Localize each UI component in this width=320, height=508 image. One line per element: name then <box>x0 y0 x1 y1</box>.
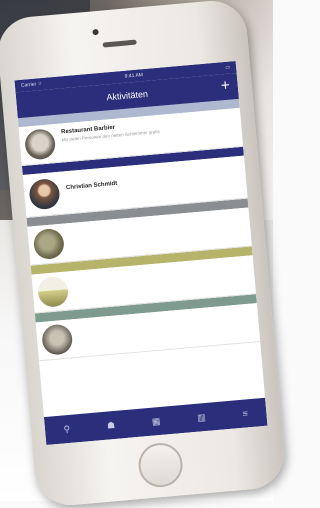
more-icon: ≡ <box>242 407 249 419</box>
plus-icon[interactable]: + <box>220 77 230 95</box>
people-icon: ☗ <box>106 419 116 431</box>
meta-line <box>74 267 248 282</box>
chart-icon: ▥ <box>196 411 207 423</box>
tab-more[interactable]: ≡ <box>242 408 248 419</box>
list-item-meta <box>74 267 248 282</box>
tab-people[interactable]: ☗ <box>107 419 116 431</box>
carrier-label: Carrier ⌔ <box>20 80 43 89</box>
list-item-body: Christian Schmidt <box>65 162 242 207</box>
tab-activities[interactable]: ⚲ <box>63 423 71 435</box>
battery-icon: ▭ <box>225 64 231 71</box>
list-item-title: Christian Schmidt <box>65 180 118 192</box>
tab-statistics[interactable]: ▥ <box>197 412 206 424</box>
activity-thumbnail <box>40 323 74 356</box>
activity-thumbnail <box>32 227 66 261</box>
phone-screen: Carrier ⌔ 9:41 AM ▭ Aktivitäten + Restau… <box>14 61 268 445</box>
calendar-icon: ▦ <box>151 415 161 427</box>
home-button[interactable] <box>136 441 185 489</box>
clock-label: 9:41 AM <box>124 72 144 80</box>
list-item-meta <box>70 219 244 234</box>
tab-bar: ⚲ ☗ ▦ ▥ ≡ <box>43 397 268 445</box>
page-title: Aktivitäten <box>106 88 149 103</box>
activity-thumbnail <box>23 128 57 161</box>
earpiece-speaker <box>102 39 137 48</box>
meta-line <box>70 219 244 234</box>
front-camera <box>92 28 99 36</box>
meta-line <box>74 267 248 282</box>
activity-thumbnail <box>36 275 70 309</box>
activity-icon: ⚲ <box>63 423 71 434</box>
phone-device: Carrier ⌔ 9:41 AM ▭ Aktivitäten + Restau… <box>0 0 287 508</box>
tab-calendar[interactable]: ▦ <box>151 415 160 427</box>
avatar <box>28 177 61 211</box>
